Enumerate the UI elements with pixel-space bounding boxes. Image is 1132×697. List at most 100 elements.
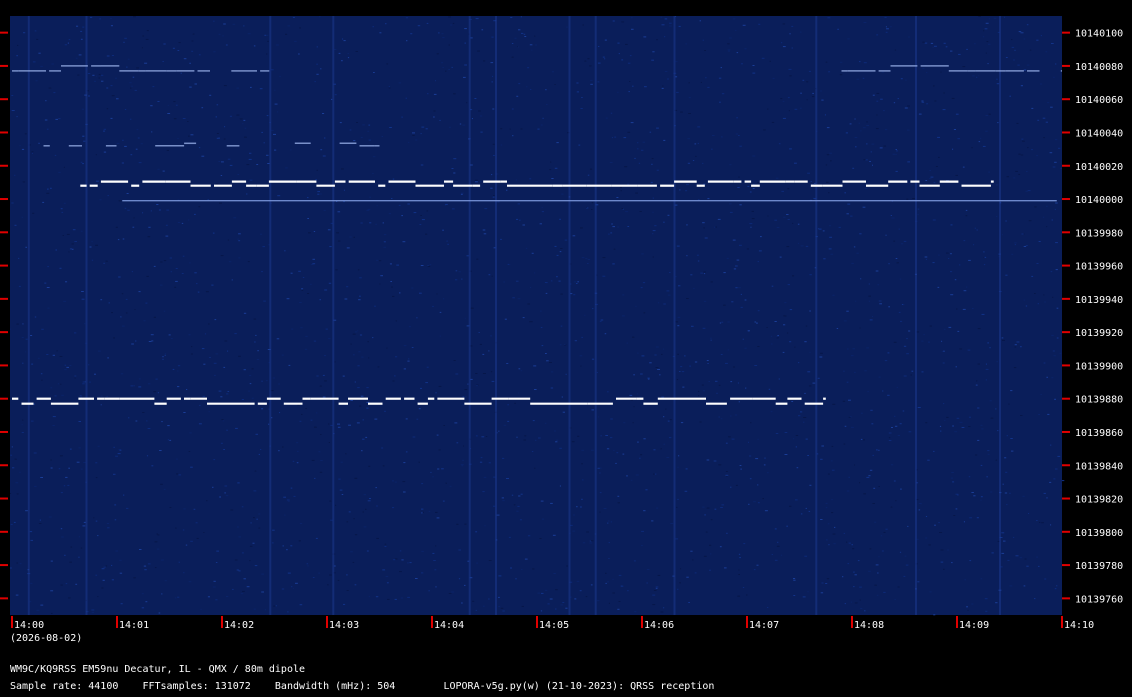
noise-speck bbox=[986, 41, 989, 43]
noise-speck bbox=[434, 569, 437, 571]
noise-speck bbox=[189, 62, 191, 64]
noise-speck bbox=[780, 98, 783, 100]
noise-speck bbox=[1052, 166, 1056, 168]
noise-speck bbox=[175, 104, 178, 106]
noise-speck bbox=[540, 310, 542, 312]
noise-speck bbox=[208, 323, 210, 325]
noise-speck bbox=[31, 151, 34, 153]
noise-speck bbox=[802, 596, 806, 598]
noise-speck bbox=[78, 447, 81, 449]
noise-speck bbox=[697, 260, 700, 262]
noise-speck bbox=[714, 508, 717, 510]
noise-speck bbox=[36, 38, 39, 40]
noise-speck bbox=[356, 422, 360, 424]
noise-speck bbox=[329, 500, 332, 502]
noise-speck bbox=[389, 127, 392, 128]
noise-speck bbox=[808, 510, 811, 512]
noise-speck bbox=[362, 511, 364, 513]
noise-speck bbox=[492, 143, 495, 145]
noise-speck bbox=[758, 23, 761, 25]
noise-speck bbox=[678, 285, 681, 287]
noise-speck bbox=[11, 202, 14, 204]
noise-speck bbox=[40, 373, 43, 375]
noise-speck bbox=[305, 335, 308, 337]
noise-speck bbox=[64, 364, 67, 366]
noise-speck bbox=[55, 118, 58, 120]
noise-speck bbox=[886, 28, 889, 30]
noise-speck bbox=[926, 72, 928, 74]
noise-speck bbox=[529, 44, 533, 46]
noise-speck bbox=[553, 573, 556, 574]
noise-speck bbox=[702, 222, 705, 224]
interference-streak bbox=[594, 16, 597, 615]
noise-speck bbox=[285, 33, 288, 35]
noise-speck bbox=[624, 166, 628, 168]
noise-speck bbox=[360, 222, 363, 224]
noise-speck bbox=[376, 505, 378, 507]
noise-speck bbox=[266, 34, 269, 36]
noise-speck bbox=[448, 69, 450, 70]
noise-speck bbox=[592, 308, 594, 310]
noise-speck bbox=[141, 607, 145, 609]
noise-speck bbox=[98, 77, 100, 79]
noise-speck bbox=[81, 291, 84, 292]
noise-speck bbox=[968, 476, 971, 478]
noise-speck bbox=[1027, 147, 1029, 149]
noise-speck bbox=[290, 545, 293, 547]
noise-speck bbox=[632, 422, 634, 424]
noise-speck bbox=[241, 552, 244, 554]
noise-speck bbox=[95, 180, 99, 182]
noise-speck bbox=[261, 408, 264, 410]
noise-speck bbox=[136, 129, 139, 131]
noise-speck bbox=[25, 510, 28, 512]
noise-speck bbox=[686, 298, 689, 299]
noise-speck bbox=[739, 244, 742, 246]
noise-speck bbox=[106, 395, 108, 397]
noise-speck bbox=[177, 370, 179, 372]
noise-speck bbox=[550, 502, 553, 504]
noise-speck bbox=[585, 596, 588, 598]
noise-speck bbox=[812, 382, 816, 384]
noise-speck bbox=[436, 434, 439, 436]
noise-speck bbox=[582, 24, 584, 26]
noise-speck bbox=[194, 272, 197, 274]
noise-speck bbox=[464, 389, 468, 391]
noise-speck bbox=[461, 602, 463, 604]
noise-speck bbox=[437, 468, 440, 470]
noise-speck bbox=[989, 400, 992, 402]
noise-speck bbox=[315, 179, 317, 181]
noise-speck bbox=[867, 391, 869, 393]
noise-speck bbox=[921, 340, 924, 342]
noise-speck bbox=[126, 507, 129, 509]
y-tick-label: 10139980 bbox=[1075, 228, 1123, 239]
noise-speck bbox=[442, 37, 445, 39]
noise-speck bbox=[353, 354, 355, 356]
noise-speck bbox=[604, 333, 607, 335]
noise-speck bbox=[782, 351, 785, 353]
noise-speck bbox=[146, 455, 149, 457]
noise-speck bbox=[884, 360, 888, 362]
noise-speck bbox=[216, 133, 219, 134]
noise-speck bbox=[76, 25, 79, 27]
noise-speck bbox=[891, 427, 893, 428]
noise-speck bbox=[22, 362, 24, 364]
noise-speck bbox=[727, 321, 730, 323]
noise-speck bbox=[182, 118, 186, 119]
noise-speck bbox=[40, 477, 43, 478]
noise-speck bbox=[983, 30, 985, 32]
noise-speck bbox=[834, 526, 836, 528]
noise-speck bbox=[522, 317, 525, 319]
noise-speck bbox=[201, 107, 204, 109]
noise-speck bbox=[507, 263, 510, 265]
noise-speck bbox=[77, 74, 80, 76]
noise-speck bbox=[281, 354, 284, 356]
noise-speck bbox=[446, 240, 448, 242]
noise-speck bbox=[612, 20, 615, 22]
noise-speck bbox=[807, 172, 810, 174]
noise-speck bbox=[222, 420, 225, 422]
noise-speck bbox=[864, 370, 867, 372]
noise-speck bbox=[1052, 350, 1055, 352]
noise-speck bbox=[789, 148, 792, 150]
noise-speck bbox=[1040, 35, 1042, 37]
noise-speck bbox=[175, 268, 178, 269]
